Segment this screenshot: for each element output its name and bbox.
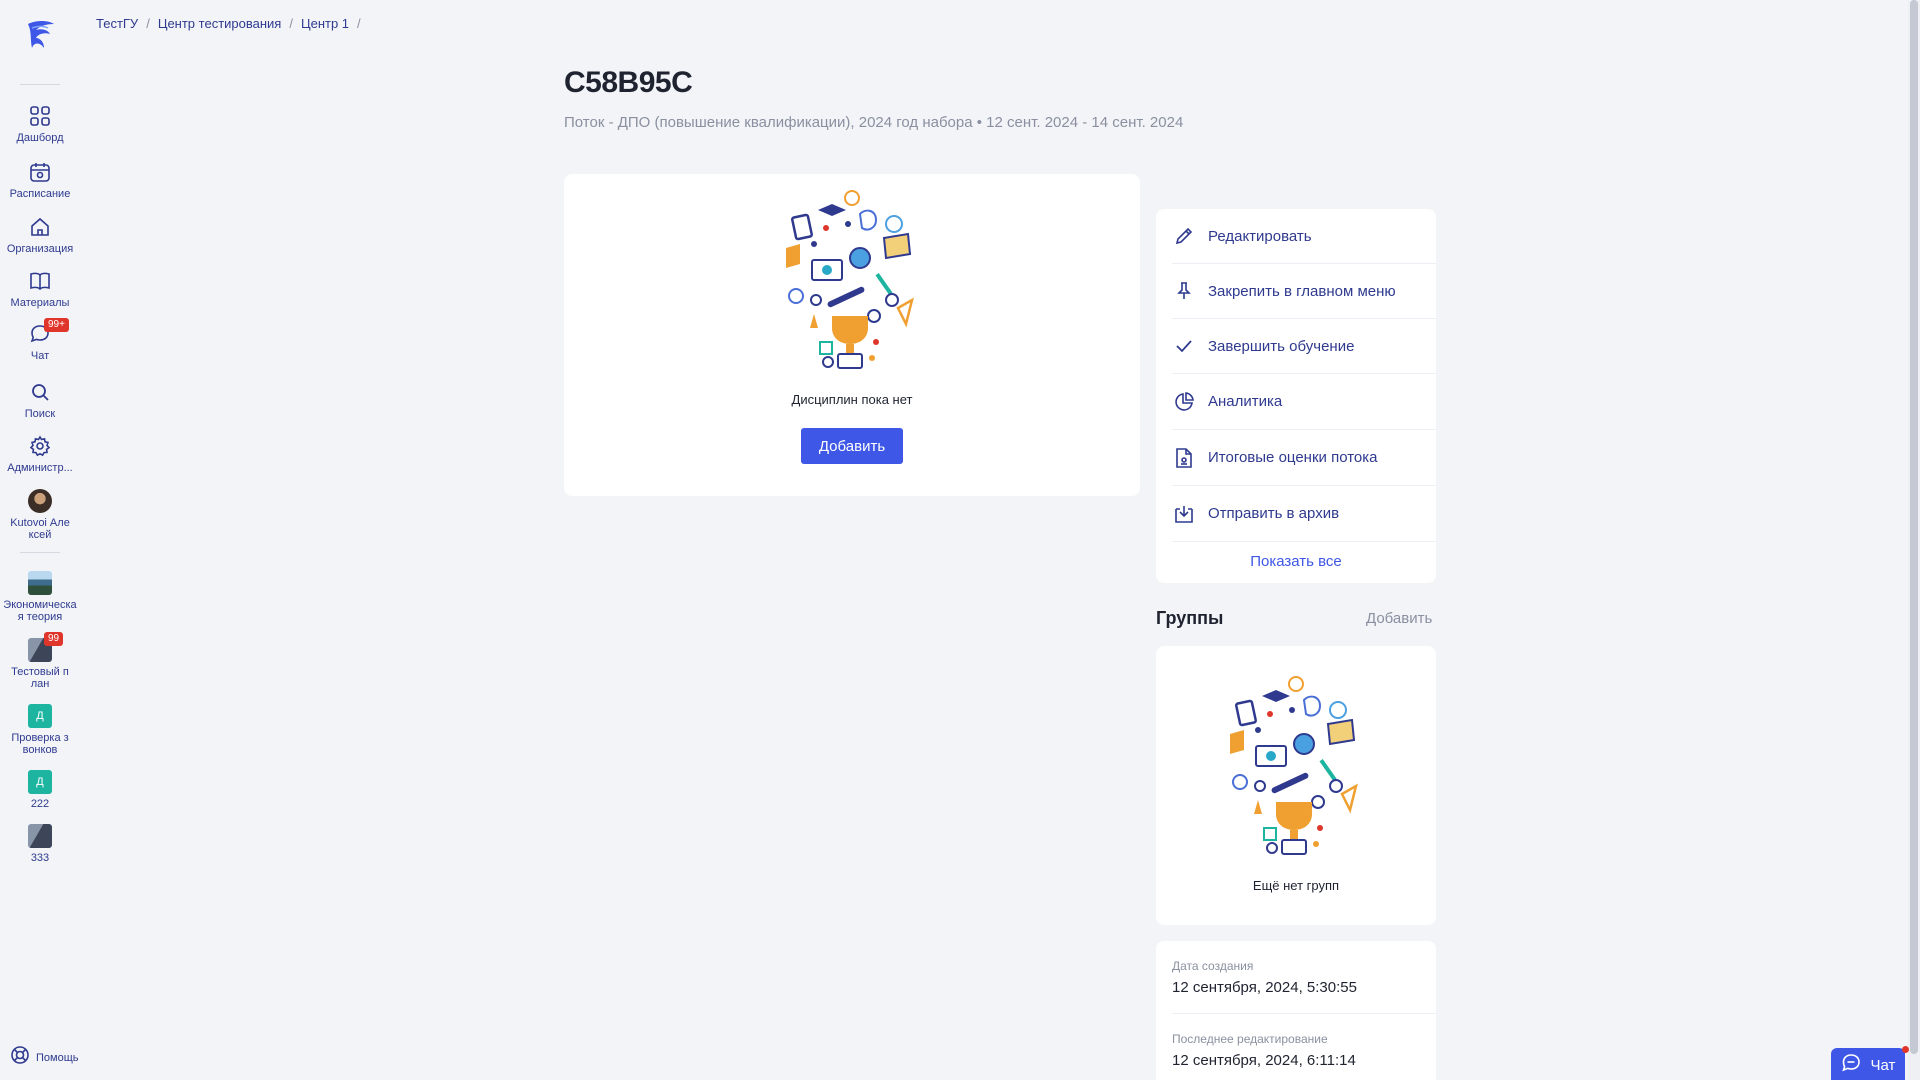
pin-icon (1172, 279, 1196, 303)
action-edit[interactable]: Редактировать (1172, 209, 1436, 264)
search-icon (28, 380, 52, 404)
action-label: Отправить в архив (1208, 505, 1340, 522)
course-label: 222 (30, 798, 50, 810)
sidebar-divider (20, 552, 60, 553)
info-divider (1172, 1013, 1436, 1014)
course-thumbnail: 99 (28, 632, 64, 662)
scrollbar[interactable] (1908, 0, 1920, 1080)
course-badge: 99 (44, 632, 64, 646)
calendar-icon (28, 160, 52, 184)
scrollbar-thumb[interactable] (1910, 0, 1918, 1054)
logo-icon[interactable] (22, 18, 58, 54)
course-label: Проверка звонков (11, 732, 69, 756)
add-discipline-button[interactable]: Добавить (801, 428, 903, 464)
course-thumbnail: Д (28, 704, 52, 728)
sidebar-course-call-check[interactable]: Д Проверка звонков (0, 704, 80, 756)
actions-card: Редактировать Закрепить в главном меню З… (1156, 209, 1436, 583)
groups-card: Ещё нет групп (1156, 646, 1436, 925)
chat-badge: 99+ (44, 318, 69, 332)
sidebar-item-profile[interactable]: Kutovoi Алексей (0, 489, 80, 541)
action-archive[interactable]: Отправить в архив (1172, 486, 1436, 542)
sidebar-divider (20, 84, 60, 85)
sidebar-item-label: Поиск (24, 408, 56, 420)
pie-chart-icon (1172, 390, 1196, 414)
sidebar-course-test-plan[interactable]: 99 Тестовый план (0, 632, 80, 690)
sidebar: Дашборд Расписание Организация Материалы… (0, 0, 80, 1080)
course-label: 333 (30, 852, 50, 864)
empty-state-text: Дисциплин пока нет (791, 392, 913, 407)
action-final-grades[interactable]: Итоговые оценки потока (1172, 430, 1436, 486)
sidebar-item-search[interactable]: Поиск (0, 380, 80, 420)
groups-heading: Группы (1156, 608, 1224, 628)
sidebar-item-organization[interactable]: Организация (0, 215, 80, 255)
notification-dot (1902, 1046, 1909, 1053)
book-icon (28, 269, 52, 293)
breadcrumb: ТестГУ / Центр тестирования / Центр 1 / (96, 16, 369, 31)
empty-illustration (1230, 676, 1358, 855)
help-link[interactable]: Помощь (10, 1045, 79, 1070)
sidebar-item-schedule[interactable]: Расписание (0, 160, 80, 200)
action-label: Редактировать (1208, 227, 1312, 245)
breadcrumb-separator: / (146, 16, 150, 31)
sidebar-item-label: Организация (6, 243, 74, 255)
sidebar-course-333[interactable]: 333 (0, 824, 80, 864)
sidebar-course-222[interactable]: Д 222 (0, 770, 80, 810)
chat-icon (1841, 1053, 1861, 1078)
sidebar-item-label: Дашборд (16, 132, 64, 144)
action-analytics[interactable]: Аналитика (1172, 374, 1436, 430)
page-subtitle: Поток - ДПО (повышение квалификации), 20… (564, 114, 1184, 131)
breadcrumb-item[interactable]: Центр 1 (301, 16, 349, 31)
show-all-link[interactable]: Показать все (1156, 553, 1436, 570)
action-label: Аналитика (1208, 393, 1283, 410)
action-label: Завершить обучение (1208, 337, 1355, 355)
grid-icon (28, 104, 52, 128)
sidebar-item-materials[interactable]: Материалы (0, 269, 80, 309)
course-thumbnail: Д (28, 770, 52, 794)
sidebar-item-dashboard[interactable]: Дашборд (0, 104, 80, 144)
empty-state-text: Ещё нет групп (1252, 878, 1340, 893)
action-pin[interactable]: Закрепить в главном меню (1172, 264, 1436, 319)
page-title: C58B95C (564, 66, 693, 99)
edited-value: 12 сентября, 2024, 6:11:14 (1172, 1052, 1356, 1069)
disciplines-card: Дисциплин пока нет Добавить (564, 174, 1140, 496)
breadcrumb-item[interactable]: Центр тестирования (158, 16, 282, 31)
breadcrumb-separator: / (289, 16, 293, 31)
check-icon (1172, 334, 1196, 358)
chat-button[interactable]: Чат (1831, 1046, 1909, 1080)
sidebar-item-chat[interactable]: 99+ Чат (0, 318, 80, 362)
home-icon (28, 215, 52, 239)
chat-button-label: Чат (1870, 1056, 1896, 1074)
sidebar-item-label: Расписание (9, 188, 71, 200)
breadcrumb-item[interactable]: ТестГУ (96, 16, 138, 31)
course-label: Экономическая теория (3, 599, 77, 623)
breadcrumb-separator: / (357, 16, 361, 31)
sidebar-item-admin[interactable]: Администр... (0, 434, 80, 474)
sidebar-item-label: Администр... (7, 462, 73, 474)
edited-label: Последнее редактирование (1172, 1032, 1328, 1046)
pencil-icon (1172, 224, 1196, 248)
action-label: Закрепить в главном меню (1208, 282, 1396, 300)
created-value: 12 сентября, 2024, 5:30:55 (1172, 979, 1357, 996)
course-thumbnail (28, 571, 52, 595)
chat-icon: 99+ (28, 318, 69, 346)
sidebar-course-economics[interactable]: Экономическая теория (0, 571, 80, 623)
help-label: Помощь (36, 1051, 79, 1064)
created-label: Дата создания (1172, 959, 1254, 973)
document-icon (1172, 446, 1196, 470)
course-label: Тестовый план (11, 666, 69, 690)
sidebar-item-label: Чат (30, 350, 50, 362)
user-name: Kutovoi Алексей (10, 517, 70, 541)
course-thumbnail (28, 824, 52, 848)
empty-illustration (786, 190, 914, 369)
gear-icon (28, 434, 52, 458)
lifebuoy-icon (10, 1045, 30, 1070)
archive-icon (1172, 502, 1196, 526)
avatar (28, 489, 52, 513)
sidebar-item-label: Материалы (10, 297, 70, 309)
action-finish[interactable]: Завершить обучение (1172, 319, 1436, 374)
info-card: Дата создания 12 сентября, 2024, 5:30:55… (1156, 941, 1436, 1080)
action-label: Итоговые оценки потока (1208, 449, 1378, 466)
add-group-button[interactable]: Добавить (1366, 610, 1432, 627)
